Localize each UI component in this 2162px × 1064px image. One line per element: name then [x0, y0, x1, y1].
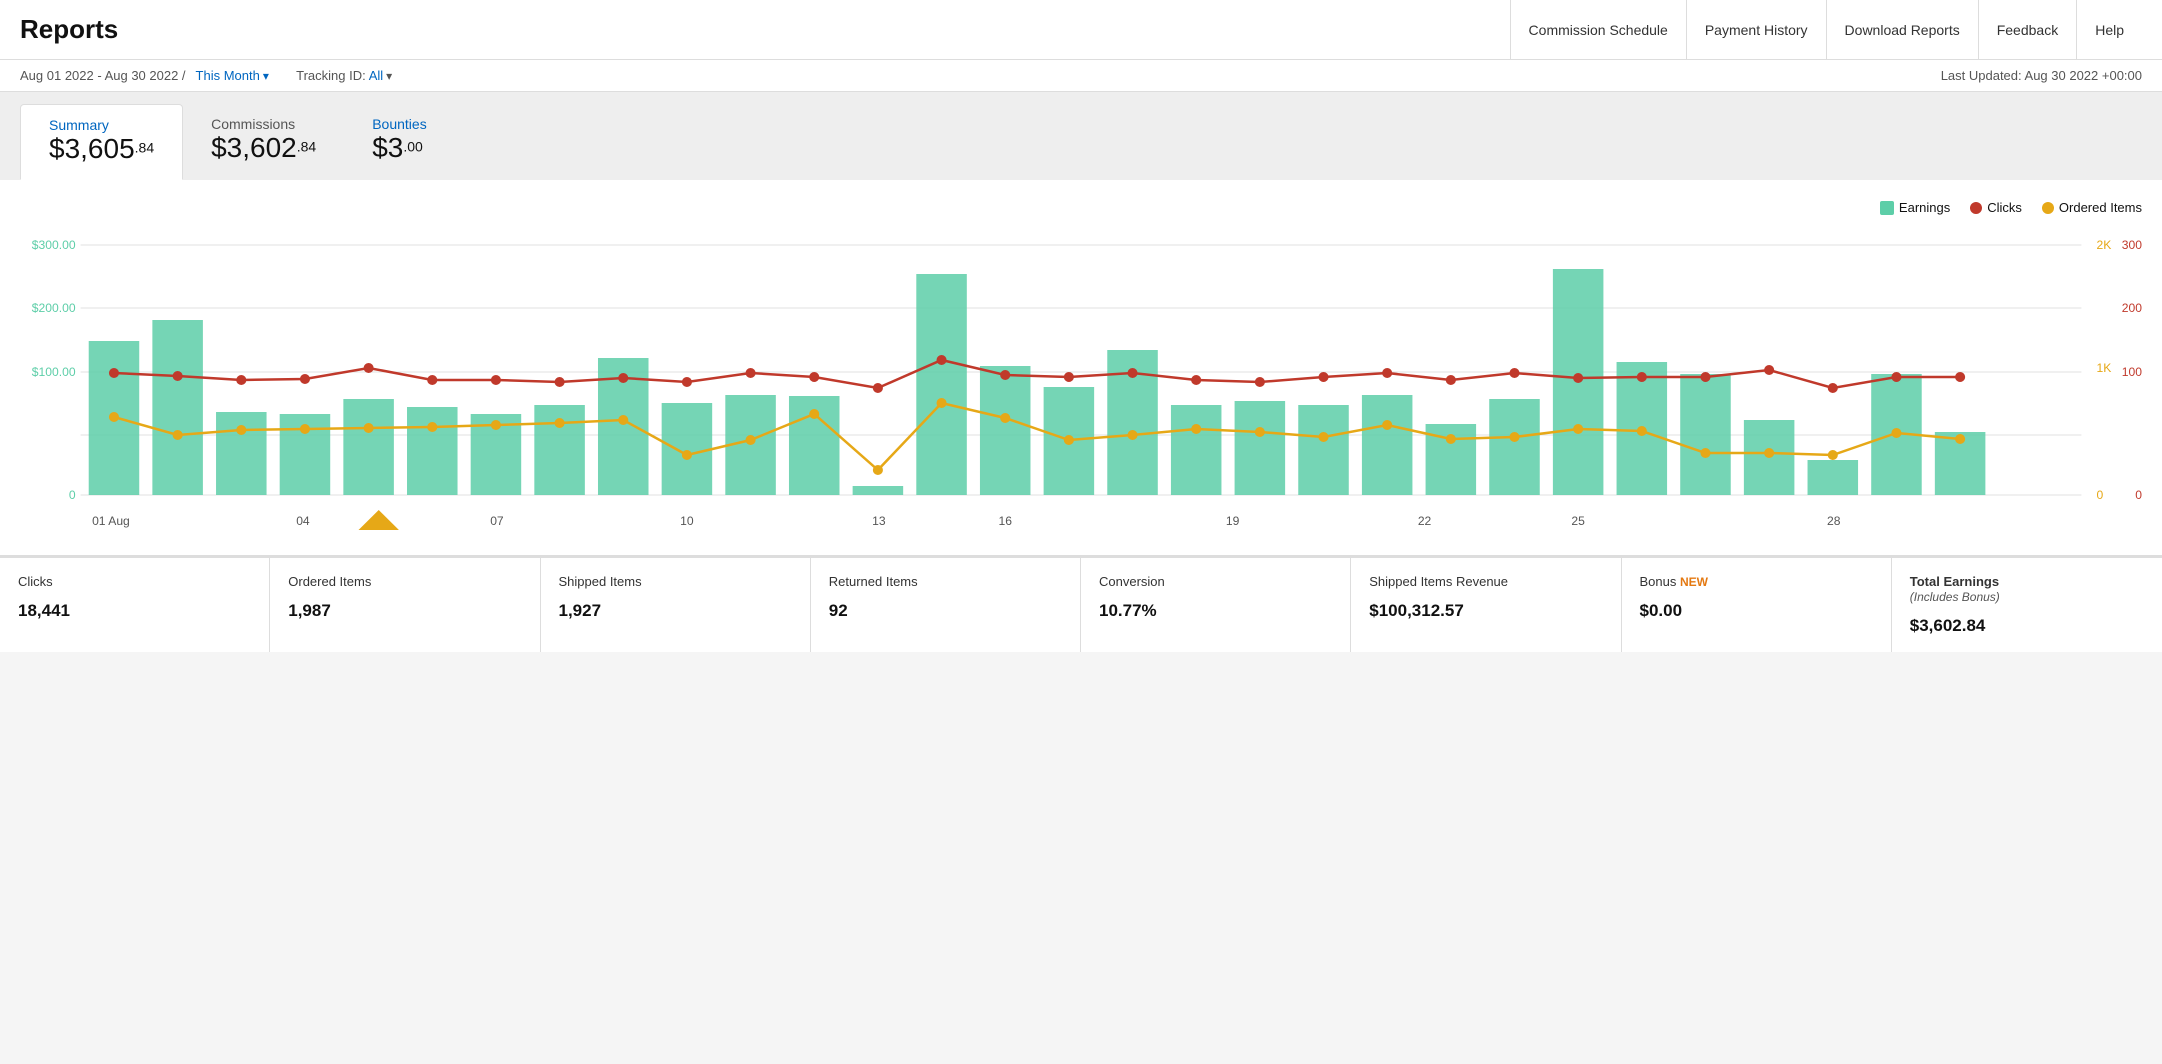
stat-total-earnings: Total Earnings (Includes Bonus) $3,602.8…	[1892, 558, 2162, 652]
new-badge: NEW	[1680, 575, 1708, 589]
stat-conversion-value: 10.77%	[1099, 601, 1332, 621]
nav-download-reports[interactable]: Download Reports	[1826, 0, 1978, 59]
chart-svg: $300.00 $200.00 $100.00 0 2K 1K 0 300 20…	[20, 225, 2142, 545]
tab-bounties-amount-int: $3	[372, 132, 403, 163]
last-updated: Last Updated: Aug 30 2022 +00:00	[1941, 68, 2142, 83]
stat-shipped-revenue-label: Shipped Items Revenue	[1369, 574, 1602, 589]
svg-text:25: 25	[1571, 514, 1585, 528]
top-nav: Commission Schedule Payment History Down…	[1510, 0, 2142, 59]
legend-ordered-items-label: Ordered Items	[2059, 200, 2142, 215]
top-bar: Reports Commission Schedule Payment Hist…	[0, 0, 2162, 60]
svg-text:13: 13	[872, 514, 886, 528]
svg-text:$300.00: $300.00	[32, 238, 76, 252]
stat-returned-items-label: Returned Items	[829, 574, 1062, 589]
tab-commissions-amount: $3,602.84	[211, 132, 316, 164]
svg-text:16: 16	[998, 514, 1012, 528]
tab-summary-amount-int: $3,605	[49, 133, 135, 164]
nav-feedback[interactable]: Feedback	[1978, 0, 2076, 59]
stat-ordered-items-label: Ordered Items	[288, 574, 521, 589]
tab-commissions-label: Commissions	[211, 116, 316, 132]
legend-clicks-label: Clicks	[1987, 200, 2022, 215]
tab-bounties-amount: $3.00	[372, 132, 426, 164]
chart-area: $300.00 $200.00 $100.00 0 2K 1K 0 300 20…	[20, 225, 2142, 545]
nav-payment-history[interactable]: Payment History	[1686, 0, 1826, 59]
tab-summary[interactable]: Summary $3,605.84	[20, 104, 183, 180]
svg-text:$200.00: $200.00	[32, 301, 76, 315]
earnings-icon	[1880, 201, 1894, 215]
svg-text:04: 04	[296, 514, 310, 528]
page-title: Reports	[20, 14, 118, 45]
date-range-text: Aug 01 2022 - Aug 30 2022 /	[20, 68, 186, 83]
svg-text:0: 0	[69, 488, 76, 502]
svg-text:10: 10	[680, 514, 694, 528]
chart-section: Earnings Clicks Ordered Items $300.00 $2…	[0, 180, 2162, 556]
tabs-section: Summary $3,605.84 Commissions $3,602.84 …	[0, 92, 2162, 180]
legend-earnings-label: Earnings	[1899, 200, 1950, 215]
stat-shipped-items-label: Shipped Items	[559, 574, 792, 589]
date-range: Aug 01 2022 - Aug 30 2022 / This Month T…	[20, 68, 392, 83]
stat-bonus: Bonus NEW $0.00	[1622, 558, 1892, 652]
tab-commissions-amount-dec: .84	[297, 138, 316, 154]
tracking-id-selector[interactable]: Tracking ID: All	[296, 68, 392, 83]
total-earnings-sublabel: (Includes Bonus)	[1910, 590, 2000, 604]
svg-text:1K: 1K	[2097, 361, 2112, 375]
svg-text:19: 19	[1226, 514, 1240, 528]
chart-legend: Earnings Clicks Ordered Items	[20, 200, 2142, 215]
tracking-chevron	[386, 68, 392, 83]
svg-text:100: 100	[2122, 365, 2142, 379]
legend-ordered-items: Ordered Items	[2042, 200, 2142, 215]
legend-clicks: Clicks	[1970, 200, 2022, 215]
tab-summary-amount-dec: .84	[135, 139, 154, 155]
stat-ordered-items: Ordered Items 1,987	[270, 558, 540, 652]
tab-bounties-amount-dec: .00	[403, 138, 422, 154]
stat-returned-items: Returned Items 92	[811, 558, 1081, 652]
tracking-value: All	[369, 68, 383, 83]
tab-bounties-label: Bounties	[372, 116, 426, 132]
stat-total-earnings-value: $3,602.84	[1910, 616, 2144, 636]
svg-text:28: 28	[1827, 514, 1841, 528]
this-month-label: This Month	[196, 68, 260, 83]
tracking-label: Tracking ID:	[296, 68, 366, 83]
svg-text:300: 300	[2122, 238, 2142, 252]
stat-clicks-label: Clicks	[18, 574, 251, 589]
svg-text:200: 200	[2122, 301, 2142, 315]
tab-commissions-amount-int: $3,602	[211, 132, 297, 163]
stat-clicks-value: 18,441	[18, 601, 251, 621]
stats-table: Clicks 18,441 Ordered Items 1,987 Shippe…	[0, 556, 2162, 652]
stat-bonus-label: Bonus NEW	[1640, 574, 1873, 589]
svg-text:2K: 2K	[2097, 238, 2112, 252]
tab-summary-amount: $3,605.84	[49, 133, 154, 165]
tab-commissions[interactable]: Commissions $3,602.84	[183, 104, 344, 180]
svg-text:0: 0	[2135, 488, 2142, 502]
stat-clicks: Clicks 18,441	[0, 558, 270, 652]
svg-text:07: 07	[490, 514, 504, 528]
tab-bounties[interactable]: Bounties $3.00	[344, 104, 454, 180]
nav-help[interactable]: Help	[2076, 0, 2142, 59]
stat-returned-items-value: 92	[829, 601, 1062, 621]
stat-conversion-label: Conversion	[1099, 574, 1332, 589]
stat-bonus-value: $0.00	[1640, 601, 1873, 621]
clicks-icon	[1970, 202, 1982, 214]
svg-text:0: 0	[2097, 488, 2104, 502]
stat-conversion: Conversion 10.77%	[1081, 558, 1351, 652]
stat-total-earnings-label: Total Earnings (Includes Bonus)	[1910, 574, 2144, 604]
stat-shipped-items-value: 1,927	[559, 601, 792, 621]
stat-ordered-items-value: 1,987	[288, 601, 521, 621]
stat-shipped-items: Shipped Items 1,927	[541, 558, 811, 652]
svg-text:$100.00: $100.00	[32, 365, 76, 379]
svg-text:22: 22	[1418, 514, 1432, 528]
ordered-items-icon	[2042, 202, 2054, 214]
this-month-button[interactable]: This Month	[196, 68, 269, 83]
stat-shipped-revenue-value: $100,312.57	[1369, 601, 1602, 621]
stat-shipped-revenue: Shipped Items Revenue $100,312.57	[1351, 558, 1621, 652]
this-month-chevron	[263, 68, 269, 83]
tab-summary-label: Summary	[49, 117, 154, 133]
sub-bar: Aug 01 2022 - Aug 30 2022 / This Month T…	[0, 60, 2162, 92]
svg-text:01 Aug: 01 Aug	[92, 514, 130, 528]
separator	[279, 68, 286, 83]
nav-commission-schedule[interactable]: Commission Schedule	[1510, 0, 1686, 59]
legend-earnings: Earnings	[1880, 200, 1950, 215]
